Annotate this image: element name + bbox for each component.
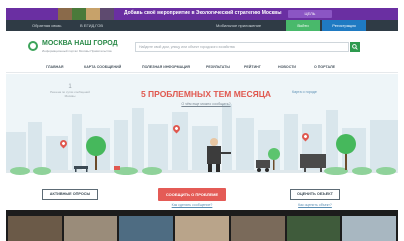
photo-thumbnail[interactable] xyxy=(230,216,285,241)
promo-text: Добавь своё мероприятие в Экологический … xyxy=(124,10,282,16)
nav-item-about[interactable]: О ПОРТАЛЕ xyxy=(314,65,335,69)
logo-subtitle: Информационный портал Москвы Правительст… xyxy=(42,49,112,53)
nav-item-news[interactable]: НОВОСТИ xyxy=(278,65,296,69)
photo-thumbnail[interactable] xyxy=(342,216,397,241)
promo-photo xyxy=(72,8,86,20)
search-button[interactable] xyxy=(350,42,360,52)
hero-title: 5 ПРОБЛЕМНЫХ ТЕМ МЕСЯЦА xyxy=(140,89,272,99)
photo-strip xyxy=(6,210,398,241)
top-bar: Обратная связь В ЕГИД.ГОВ Мобильное прил… xyxy=(6,20,398,31)
nav-item-home[interactable]: ГЛАВНАЯ xyxy=(46,65,63,69)
rate-object-button[interactable]: ОЦЕНИТЬ ОБЪЕКТ xyxy=(290,189,340,200)
promo-banner[interactable]: Добавь своё мероприятие в Экологический … xyxy=(6,8,398,20)
logo-title[interactable]: МОСКВА НАШ ГОРОД xyxy=(42,40,118,47)
register-button[interactable]: Регистрация xyxy=(322,20,366,31)
promo-photo xyxy=(58,8,72,20)
city-map-link[interactable]: Карта о городе xyxy=(292,90,317,94)
mobile-app-link[interactable]: Мобильное приложение xyxy=(216,23,261,28)
nav-item-rating[interactable]: РЕЙТИНГ xyxy=(244,65,261,69)
nav-item-results[interactable]: РЕЗУЛЬТАТЫ xyxy=(206,65,230,69)
browser-screenshot: Добавь своё мероприятие в Экологический … xyxy=(6,8,398,241)
active-polls-button[interactable]: АКТИВНЫЕ ОПРОСЫ xyxy=(42,189,98,200)
how-to-rate-link[interactable]: Как оценить объект? xyxy=(290,203,340,207)
search-icon xyxy=(352,44,358,50)
how-to-report-link[interactable]: Как сделать сообщение? xyxy=(158,203,226,207)
promo-button[interactable]: ЦЕЛЬ xyxy=(288,10,332,18)
hero-section: 1 Решена по сутки сообщений Москвы 5 ПРО… xyxy=(6,74,398,210)
photo-thumbnail[interactable] xyxy=(8,216,62,241)
what-else-link[interactable]: О чём еще можно сообщить? xyxy=(126,102,286,106)
stats-caption: Решена по сутки сообщений Москвы xyxy=(50,90,90,98)
egid-link[interactable]: В ЕГИД.ГОВ xyxy=(80,23,103,28)
promo-photo xyxy=(100,8,114,20)
login-button[interactable]: Войти xyxy=(286,20,320,31)
report-problem-button[interactable]: СООБЩИТЬ О ПРОБЛЕМЕ xyxy=(158,188,226,201)
photo-thumbnail[interactable] xyxy=(175,216,229,241)
promo-photos xyxy=(58,8,114,20)
logo-icon[interactable] xyxy=(28,41,38,51)
site-header: МОСКВА НАШ ГОРОД Информационный портал М… xyxy=(6,31,398,63)
search-input[interactable]: Найдите свой дом, улицу или объект город… xyxy=(135,42,349,52)
nav-item-map[interactable]: КАРТА СООБЩЕНИЙ xyxy=(84,65,121,69)
photo-thumbnail[interactable] xyxy=(286,216,341,241)
main-nav: ГЛАВНАЯ КАРТА СООБЩЕНИЙ ПОЛЕЗНАЯ ИНФОРМА… xyxy=(6,63,398,73)
photo-thumbnail[interactable] xyxy=(63,216,118,241)
stats-block: 1 Решена по сутки сообщений Москвы xyxy=(50,84,90,98)
feedback-link[interactable]: Обратная связь xyxy=(32,23,61,28)
nav-item-info[interactable]: ПОЛЕЗНАЯ ИНФОРМАЦИЯ xyxy=(142,65,190,69)
photo-thumbnail[interactable] xyxy=(119,216,174,241)
promo-photo xyxy=(86,8,100,20)
